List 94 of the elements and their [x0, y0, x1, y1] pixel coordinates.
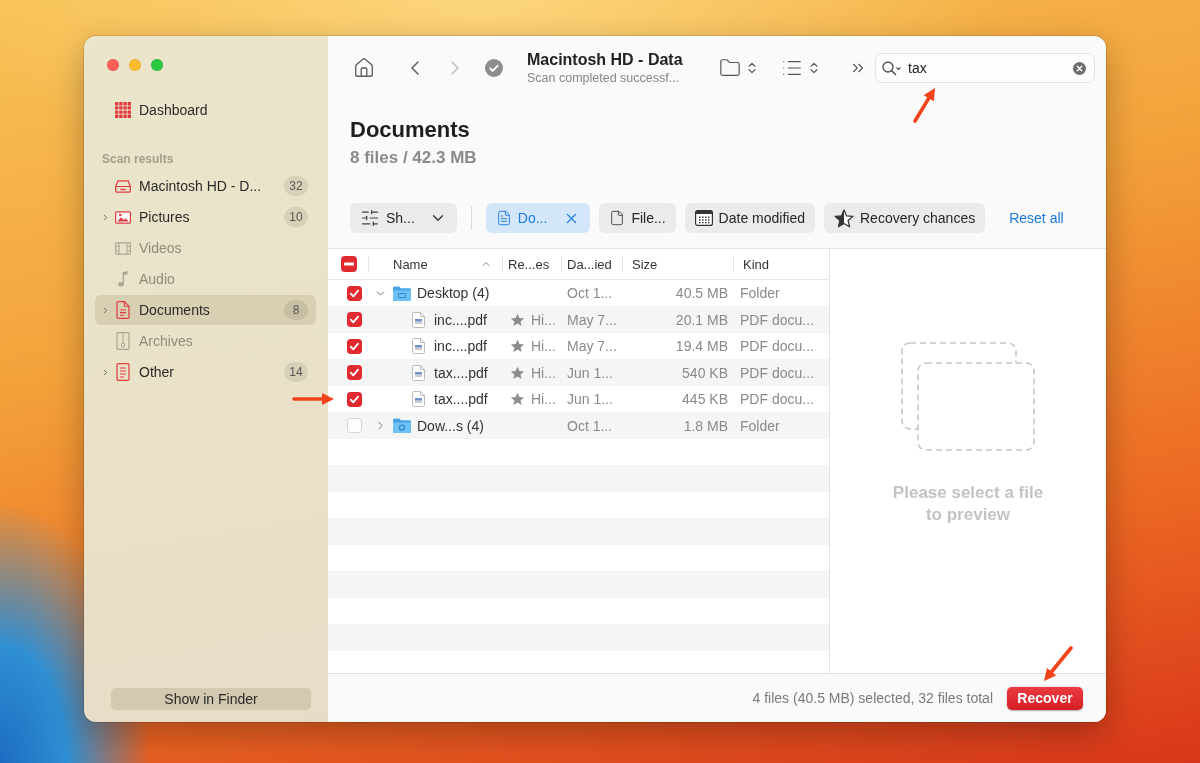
document-icon — [116, 363, 130, 381]
sidebar-item[interactable]: Pictures 10 — [95, 202, 316, 232]
kind-cell-text: PDF docu... — [739, 338, 815, 355]
recovery-chance: Hi... — [531, 311, 556, 328]
search-field[interactable]: tax — [875, 53, 1095, 83]
filter-chip[interactable]: Recovery chances — [824, 203, 986, 233]
checkbox[interactable] — [347, 338, 362, 354]
sidebar-item[interactable]: Other 14 — [95, 357, 316, 387]
kind-cell-text: PDF docu... — [739, 364, 815, 381]
checkbox[interactable] — [341, 256, 357, 272]
file-name: tax....pdf — [434, 364, 488, 381]
recover-button[interactable]: Recover — [1007, 686, 1083, 710]
home-icon[interactable] — [353, 57, 375, 79]
page-title: Documents — [350, 117, 471, 143]
file-name: inc....pdf — [434, 338, 487, 355]
size-cell-text: 540 KB — [681, 364, 729, 381]
document-icon — [116, 301, 130, 319]
column-header[interactable]: Name — [368, 249, 502, 279]
folder-icon — [393, 418, 411, 434]
pdf-file-icon — [412, 338, 425, 355]
folder-icon[interactable] — [719, 57, 741, 79]
checkbox[interactable] — [347, 312, 362, 328]
date-cell-text: May 7... — [566, 311, 618, 328]
filter-chip[interactable]: Date modified — [684, 203, 815, 233]
recovery-chance: Hi... — [531, 338, 556, 355]
drive-title: Macintosh HD - Data — [527, 51, 684, 69]
recovery-chance: Hi... — [531, 364, 556, 381]
date-cell-text: Oct 1... — [566, 417, 614, 434]
filter-chip[interactable]: File... — [599, 203, 676, 233]
star-icon — [510, 365, 525, 380]
checkbox[interactable] — [347, 391, 362, 407]
kind-cell-text: PDF docu... — [739, 391, 815, 408]
sidebar-item[interactable]: Documents 8 — [95, 295, 316, 325]
check-circle-icon — [485, 59, 503, 77]
file-summary: 8 files / 42.3 MB — [350, 147, 478, 169]
date-cell-text: Oct 1... — [566, 285, 614, 302]
date-cell-text: Jun 1... — [566, 364, 614, 381]
count-badge: 32 — [284, 176, 308, 196]
calendar-icon — [694, 210, 713, 226]
column-header[interactable]: Size — [622, 249, 733, 279]
checkbox[interactable] — [347, 418, 362, 434]
filter-chip[interactable]: Sh... — [350, 203, 457, 233]
pdf-file-icon — [412, 311, 425, 328]
selection-summary: 4 files (40.5 MB) selected, 32 files total — [752, 690, 993, 706]
file-name: inc....pdf — [434, 311, 487, 328]
pdf-file-icon — [412, 391, 425, 408]
preview-message: Please select a file to preview — [892, 482, 1044, 526]
clear-icon[interactable] — [1073, 61, 1086, 75]
kind-cell-text: Folder — [739, 417, 781, 434]
recovery-chance: Hi... — [531, 391, 556, 408]
count-badge: 14 — [284, 362, 308, 382]
size-cell-text: 40.5 MB — [674, 285, 729, 302]
zip-file-icon — [116, 332, 130, 350]
sidebar-item[interactable]: Macintosh HD - D... 32 — [95, 171, 316, 201]
date-cell-text: May 7... — [566, 338, 618, 355]
column-header[interactable]: Re...es — [502, 249, 561, 279]
column-header[interactable]: Kind — [733, 249, 829, 279]
kind-cell-text: Folder — [739, 285, 781, 302]
music-note-icon — [118, 271, 128, 287]
film-icon — [115, 241, 131, 255]
star-icon — [510, 312, 525, 327]
scan-status: Scan completed successf... — [527, 71, 681, 85]
column-header[interactable]: Da...ied — [561, 249, 622, 279]
size-cell-text: 445 KB — [681, 391, 729, 408]
date-cell-text: Jun 1... — [566, 391, 614, 408]
size-cell-text: 1.8 MB — [682, 417, 729, 434]
half-star-icon — [834, 208, 854, 228]
size-cell-text: 19.4 MB — [674, 338, 729, 355]
count-badge: 10 — [284, 207, 308, 227]
checkbox[interactable] — [347, 365, 362, 381]
document-icon — [495, 210, 512, 226]
reset-all-link[interactable]: Reset all — [1009, 210, 1064, 226]
grid-icon — [115, 102, 131, 118]
sliders-icon — [360, 208, 380, 228]
section-title: Scan results — [102, 151, 175, 167]
file-name: Desktop (4) — [417, 285, 490, 302]
file-icon — [609, 210, 626, 226]
close-button[interactable] — [107, 59, 119, 71]
picture-icon — [115, 210, 131, 224]
drive-icon — [115, 179, 131, 193]
folder-icon — [393, 285, 411, 301]
placeholder-icon — [901, 342, 1035, 451]
star-icon — [510, 392, 525, 407]
checkbox[interactable] — [347, 285, 362, 301]
file-name: tax....pdf — [434, 391, 488, 408]
size-cell-text: 20.1 MB — [674, 311, 729, 328]
pdf-file-icon — [412, 364, 425, 381]
dashboard-item[interactable]: Dashboard — [95, 95, 316, 125]
count-badge: 8 — [284, 300, 308, 320]
search-icon — [882, 60, 902, 76]
star-icon — [510, 339, 525, 354]
show-in-finder-button[interactable]: Show in Finder — [111, 688, 311, 710]
file-name: Dow...s (4) — [417, 417, 484, 434]
kind-cell-text: PDF docu... — [739, 311, 815, 328]
